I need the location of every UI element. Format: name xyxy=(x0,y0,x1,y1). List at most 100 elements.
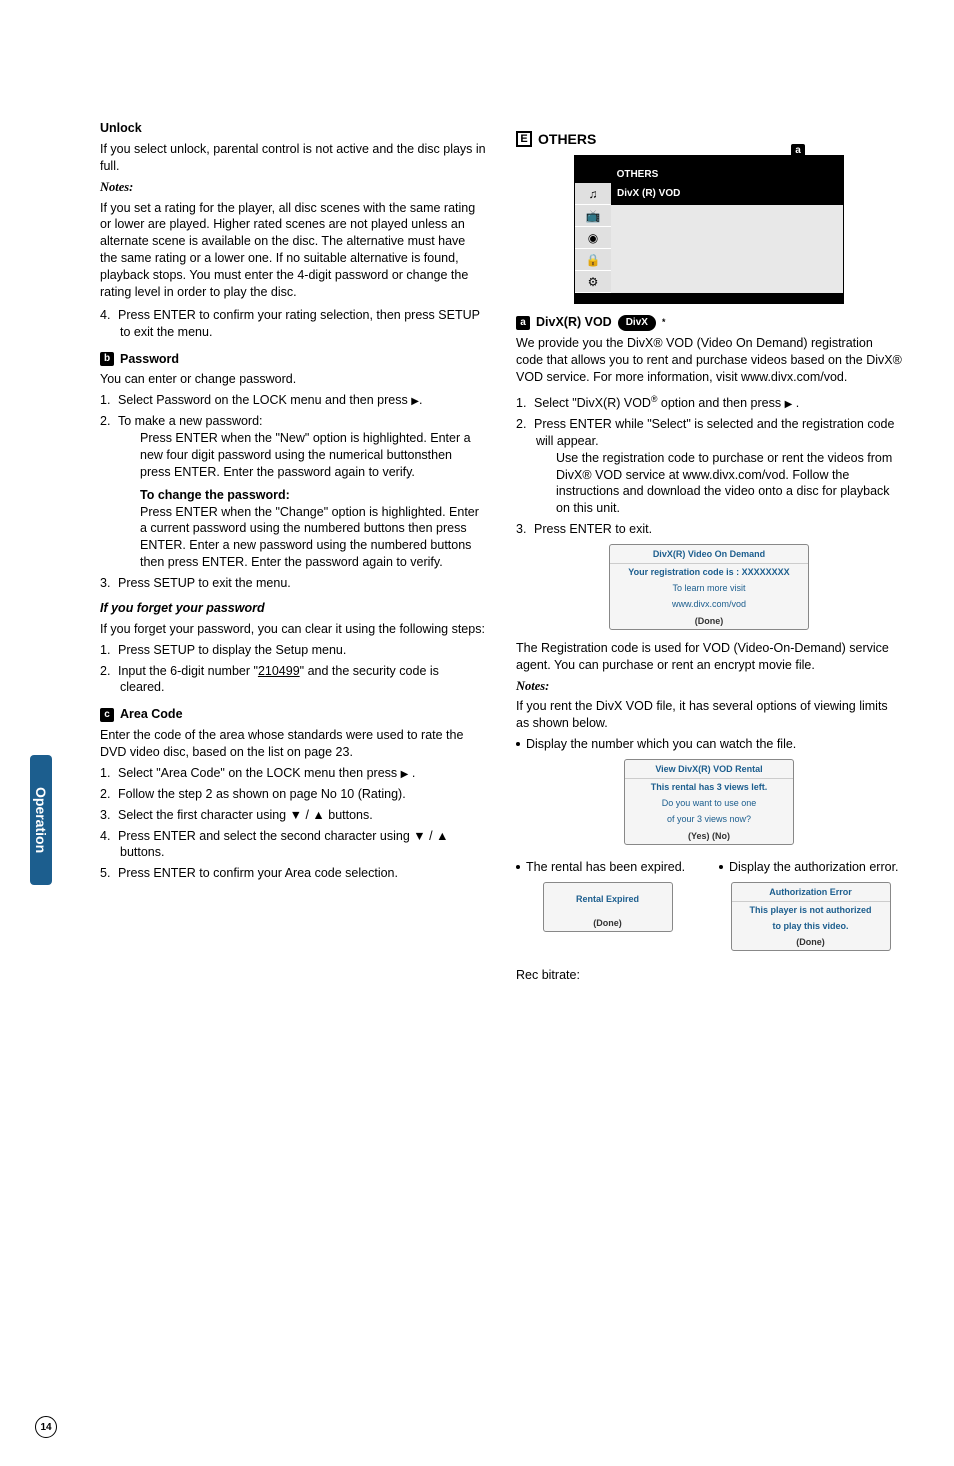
forgot-body: If you forget your password, you can cle… xyxy=(100,621,486,638)
divx-step-2: 2.Press ENTER while "Select" is selected… xyxy=(516,416,902,517)
dialog-rental-views: View DivX(R) VOD Rental This rental has … xyxy=(624,759,794,845)
divx-step-2-text: Press ENTER while "Select" is selected a… xyxy=(534,417,894,448)
page-content: Unlock If you select unlock, parental co… xyxy=(100,120,920,988)
forgot-step-2a: Input the 6-digit number " xyxy=(118,664,258,678)
right-column: E OTHERS a xOTHERS ♫ 📺 ◉ 🔒 ⚙ DivX (R) VO… xyxy=(516,120,902,988)
bullet-dot-icon-2 xyxy=(516,865,520,869)
rec-bitrate-label: Rec bitrate: xyxy=(516,967,902,984)
menu-icons-column: ♫ 📺 ◉ 🔒 ⚙ xyxy=(575,183,611,293)
play-right-icon-2: ▶ xyxy=(401,769,409,780)
menu-icon-4: 🔒 xyxy=(575,249,611,271)
dialog1-done: (Done) xyxy=(610,613,808,629)
dialog3-l1: Rental Expired xyxy=(544,883,672,915)
divx-step-3: 3.Press ENTER to exit. xyxy=(516,521,902,538)
letter-c-icon: c xyxy=(100,708,114,722)
security-code-number: 210499 xyxy=(258,664,300,678)
dialog4-done: (Done) xyxy=(732,934,890,950)
unlock-body: If you select unlock, parental control i… xyxy=(100,141,486,175)
forgot-step-1-text: Press SETUP to display the Setup menu. xyxy=(118,643,346,657)
dialog3-done: (Done) xyxy=(544,915,672,931)
dialog1-l2: To learn more visit xyxy=(610,580,808,596)
play-right-icon: ▶ xyxy=(411,396,419,407)
area-title: Area Code xyxy=(120,706,183,723)
others-heading: E OTHERS xyxy=(516,130,902,149)
bullet-3: Display the authorization error. xyxy=(719,859,902,876)
dialog4-title: Authorization Error xyxy=(732,883,890,902)
menu-icon-3: ◉ xyxy=(575,227,611,249)
area-step-2: 2.Follow the step 2 as shown on page No … xyxy=(100,786,486,803)
forgot-title: If you forget your password xyxy=(100,600,486,617)
area-step-3-text: Select the first character using ▼ / ▲ b… xyxy=(118,808,373,822)
dialog4-l2: to play this video. xyxy=(732,918,890,934)
divx-step-1a: Select "DivX(R) VOD xyxy=(534,396,651,410)
dialog2-title: View DivX(R) VOD Rental xyxy=(625,760,793,779)
divx-step-2b: Use the registration code to purchase or… xyxy=(536,450,902,518)
password-step-2b: Press ENTER when the "New" option is hig… xyxy=(120,430,486,481)
password-step-2: 2.To make a new password: Press ENTER wh… xyxy=(100,413,486,571)
area-step-2-text: Follow the step 2 as shown on page No 10… xyxy=(118,787,406,801)
area-body-1: Enter the code of the area whose standar… xyxy=(100,728,463,759)
menu-icon-5: ⚙ xyxy=(575,271,611,293)
registration-text: The Registration code is used for VOD (V… xyxy=(516,640,902,674)
divx-heading: a DivX(R) VOD DivX* xyxy=(516,314,902,331)
notes-label-1: Notes: xyxy=(100,179,486,196)
area-body: Enter the code of the area whose standar… xyxy=(100,727,486,761)
dialog2-l1: This rental has 3 views left. xyxy=(625,779,793,795)
badge-a-icon: a xyxy=(791,144,805,158)
password-intro: You can enter or change password. xyxy=(100,371,486,388)
password-title: Password xyxy=(120,351,179,368)
area-body-2: page 23. xyxy=(304,745,353,759)
area-step-1: 1.Select "Area Code" on the LOCK menu th… xyxy=(100,765,486,782)
password-step-1-text: Select Password on the LOCK menu and the… xyxy=(118,393,408,407)
dialog2-l3: of your 3 views now? xyxy=(625,811,793,827)
dialog1-l1: Your registration code is : XXXXXXXX xyxy=(610,564,808,580)
forgot-step-1: 1.Press SETUP to display the Setup menu. xyxy=(100,642,486,659)
area-step-3: 3.Select the first character using ▼ / ▲… xyxy=(100,807,486,824)
dialog-auth-error: Authorization Error This player is not a… xyxy=(731,882,891,952)
password-step-2a: To make a new password: xyxy=(118,414,263,428)
notes-label-2: Notes: xyxy=(516,678,902,695)
forgot-step-2: 2.Input the 6-digit number "210499" and … xyxy=(100,663,486,697)
area-heading: c Area Code xyxy=(100,706,486,723)
bullet-3-text: Display the authorization error. xyxy=(729,859,899,876)
letter-a-icon: a xyxy=(516,316,530,330)
password-step-3: 3.Press SETUP to exit the menu. xyxy=(100,575,486,592)
divx-body: We provide you the DivX® VOD (Video On D… xyxy=(516,335,902,386)
page-number: 14 xyxy=(35,1416,57,1438)
bullet-2: The rental has been expired. xyxy=(516,859,699,876)
area-step-1-text: Select "Area Code" on the LOCK menu then… xyxy=(118,766,397,780)
unlock-title: Unlock xyxy=(100,120,486,137)
bullet-dot-icon xyxy=(516,742,520,746)
menu-icon-2: 📺 xyxy=(575,205,611,227)
bullet-2-text: The rental has been expired. xyxy=(526,859,685,876)
rating-step-4: 4.Press ENTER to confirm your rating sel… xyxy=(100,307,486,341)
divx-title: DivX(R) VOD xyxy=(536,314,612,331)
play-right-icon-3: ▶ xyxy=(785,399,793,410)
bullet-1: Display the number which you can watch t… xyxy=(516,736,902,753)
divx-pill-icon: DivX xyxy=(618,315,656,331)
divx-step-3-text: Press ENTER to exit. xyxy=(534,522,652,536)
others-title: OTHERS xyxy=(538,130,596,149)
change-pw-title: To change the password: xyxy=(120,487,486,504)
dialog-registration: DivX(R) Video On Demand Your registratio… xyxy=(609,544,809,630)
dialog4-l1: This player is not authorized xyxy=(732,902,890,918)
divx-step-1b: option and then press xyxy=(657,396,781,410)
dialog1-title: DivX(R) Video On Demand xyxy=(610,545,808,564)
password-heading: b Password xyxy=(100,351,486,368)
change-pw-body: Press ENTER when the "Change" option is … xyxy=(120,504,486,572)
dialog2-done: (Yes) (No) xyxy=(625,828,793,844)
password-step-3-text: Press SETUP to exit the menu. xyxy=(118,576,291,590)
bullet-dot-icon-3 xyxy=(719,865,723,869)
area-step-4: 4.Press ENTER and select the second char… xyxy=(100,828,486,862)
dialog-rental-expired: Rental Expired (Done) xyxy=(543,882,673,932)
area-step-4-text: Press ENTER and select the second charac… xyxy=(118,829,448,860)
notes-body-2: If you rent the DivX VOD file, it has se… xyxy=(516,698,902,732)
badge-a-line xyxy=(798,158,799,188)
others-menu-screenshot: a xOTHERS ♫ 📺 ◉ 🔒 ⚙ DivX (R) VOD xyxy=(574,155,844,305)
rating-step-4-text: Press ENTER to confirm your rating selec… xyxy=(118,308,480,339)
area-step-5-text: Press ENTER to confirm your Area code se… xyxy=(118,866,398,880)
menu-tab-others: OTHERS xyxy=(617,168,659,182)
letter-b-icon: b xyxy=(100,352,114,366)
side-tab-operation: Operation xyxy=(30,755,52,885)
bullet-1-text: Display the number which you can watch t… xyxy=(526,736,796,753)
